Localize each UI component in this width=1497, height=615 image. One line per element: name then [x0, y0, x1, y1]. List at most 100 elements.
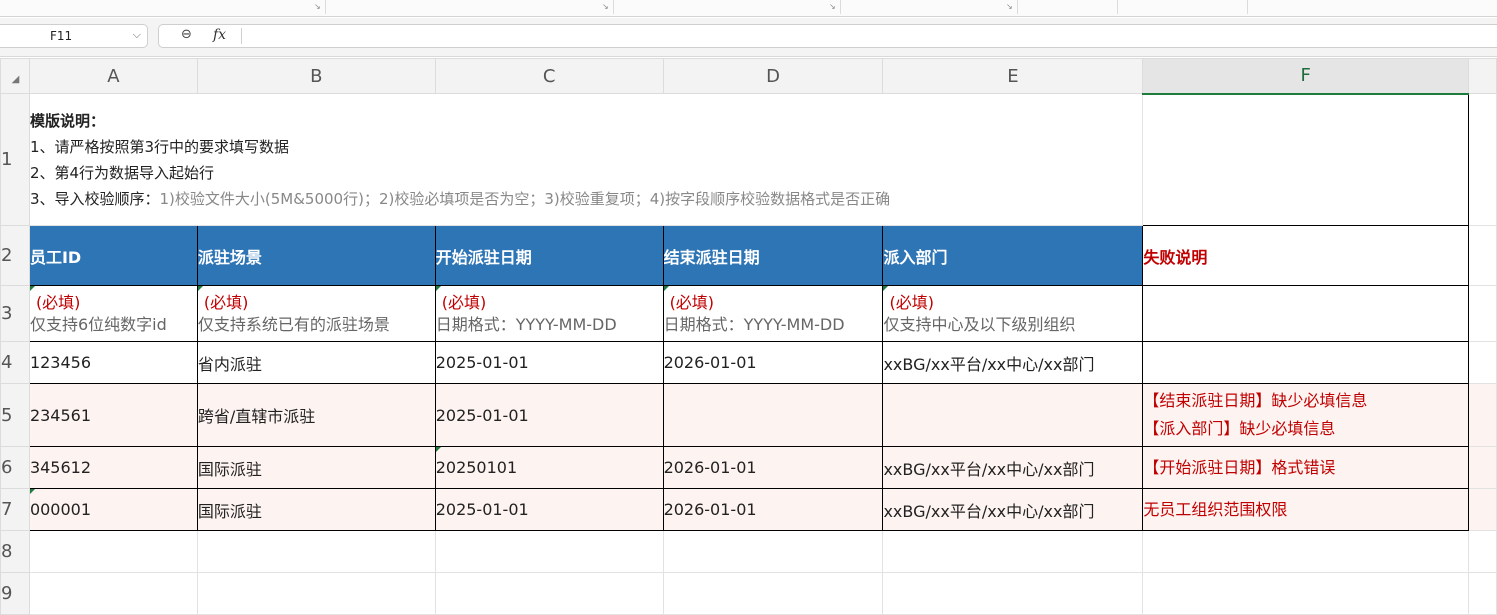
cell-d4[interactable]: 2026-01-01	[662, 341, 884, 384]
cell-c4[interactable]: 2025-01-01	[434, 341, 664, 384]
cell-e6[interactable]: xxBG/xx平台/xx中心/xx部门	[882, 446, 1144, 489]
dialog-launcher-icon[interactable]: ↘	[1006, 3, 1013, 11]
table-row: 7 000001 国际派驻 2025-01-01 2026-01-01 xxBG…	[0, 488, 1497, 531]
instructions-line-2: 2、第4行为数据导入起始行	[29, 163, 215, 182]
cell-f5[interactable]: 【结束派驻日期】缺少必填信息 【派入部门】缺少必填信息	[1142, 383, 1470, 447]
header-failure-reason[interactable]: 失败说明	[1142, 225, 1470, 286]
instructions-line-3-rest: 1)校验文件大小(5M&5000行)；2)校验必填项是否为空；3)校验重复项；4…	[159, 189, 891, 208]
row-header-5[interactable]: 5	[0, 383, 30, 447]
cell-b4[interactable]: 省内派驻	[196, 341, 436, 384]
requirement-e3[interactable]: (必填) 仅支持中心及以下级别组织	[882, 285, 1144, 342]
column-header-f[interactable]: F	[1142, 58, 1470, 95]
formula-input[interactable]: ⊖ fx	[158, 24, 1497, 48]
cell-a4[interactable]: 123456	[28, 341, 198, 384]
cell-b6[interactable]: 国际派驻	[196, 446, 436, 489]
cell-d5[interactable]	[662, 383, 884, 447]
row-header-2[interactable]: 2	[0, 225, 30, 286]
row-header-6[interactable]: 6	[0, 446, 30, 489]
cell-blank	[1468, 93, 1497, 226]
row-3: 3 (必填) 仅支持6位纯数字id (必填) 仅支持系统已有的派驻场景 (必填) 日期…	[0, 285, 1497, 342]
row-header-4[interactable]: 4	[0, 341, 30, 384]
requirement-b3[interactable]: (必填) 仅支持系统已有的派驻场景	[196, 285, 436, 342]
ribbon-separator	[1247, 0, 1248, 14]
requirement-d3[interactable]: (必填) 日期格式：YYYY-MM-DD	[662, 285, 884, 342]
cell-empty[interactable]	[882, 572, 1144, 615]
column-header-b[interactable]: B	[196, 58, 436, 94]
cell-e7[interactable]: xxBG/xx平台/xx中心/xx部门	[882, 488, 1144, 531]
cell-empty[interactable]	[196, 572, 436, 615]
cell-blank	[1468, 446, 1497, 489]
header-end-date[interactable]: 结束派驻日期	[662, 225, 884, 286]
fx-icon[interactable]: fx	[213, 27, 226, 43]
cell-f7[interactable]: 无员工组织范围权限	[1142, 488, 1470, 531]
column-header-c[interactable]: C	[434, 58, 664, 94]
cell-empty[interactable]	[1142, 572, 1470, 615]
header-scene[interactable]: 派驻场景	[196, 225, 436, 286]
cell-c5[interactable]: 2025-01-01	[434, 383, 664, 447]
chevron-down-icon[interactable]: ⌵	[133, 28, 141, 42]
row-header-8[interactable]: 8	[0, 530, 30, 573]
requirement-hint: 日期格式：YYYY-MM-DD	[663, 314, 845, 334]
ribbon-separator	[1117, 0, 1118, 14]
cell-empty[interactable]	[1142, 530, 1470, 573]
cell-a6[interactable]: 345612	[28, 446, 198, 489]
requirement-hint: 仅支持中心及以下级别组织	[883, 314, 1076, 334]
column-header-e[interactable]: E	[882, 58, 1144, 94]
ribbon-strip: ↘ ↘ ↘ ↘	[0, 0, 1497, 17]
name-box[interactable]: F11 ⌵	[0, 24, 148, 48]
cell-blank	[1468, 572, 1497, 615]
cell-b5[interactable]: 跨省/直辖市派驻	[196, 383, 436, 447]
instructions-cell[interactable]: 模版说明： 1、请严格按照第3行中的要求填写数据 2、第4行为数据导入起始行 3…	[28, 93, 1144, 226]
cell-f1[interactable]	[1142, 92, 1470, 226]
cell-a7[interactable]: 000001	[28, 488, 198, 531]
dialog-launcher-icon[interactable]: ↘	[829, 3, 836, 11]
header-start-date[interactable]: 开始派驻日期	[434, 225, 664, 286]
cell-e4[interactable]: xxBG/xx平台/xx中心/xx部门	[882, 341, 1144, 384]
row-header-9[interactable]: 9	[0, 572, 30, 615]
column-header-a[interactable]: A	[28, 58, 198, 94]
cell-blank	[1468, 383, 1497, 447]
requirement-c3[interactable]: (必填) 日期格式：YYYY-MM-DD	[434, 285, 664, 342]
cell-empty[interactable]	[28, 530, 198, 573]
instructions-line-3: 3、导入校验顺序：1)校验文件大小(5M&5000行)；2)校验必填项是否为空；…	[30, 186, 1141, 212]
row-header-7[interactable]: 7	[0, 488, 30, 531]
requirement-a3[interactable]: (必填) 仅支持6位纯数字id	[28, 285, 198, 342]
cell-empty[interactable]	[434, 572, 664, 615]
select-all-icon[interactable]: ◢	[12, 74, 20, 85]
formula-bar: F11 ⌵ ⊖ fx	[0, 18, 1497, 57]
cell-empty[interactable]	[196, 530, 436, 573]
cell-empty[interactable]	[662, 530, 884, 573]
cell-f4[interactable]	[1142, 341, 1470, 384]
requirement-hint: 仅支持6位纯数字id	[29, 314, 167, 334]
cell-f6[interactable]: 【开始派驻日期】格式错误	[1142, 446, 1470, 489]
column-header-d[interactable]: D	[662, 58, 884, 94]
cell-e5[interactable]	[882, 383, 1144, 447]
cell-empty[interactable]	[28, 572, 198, 615]
header-department[interactable]: 派入部门	[882, 225, 1144, 286]
row-header-1[interactable]: 1	[0, 93, 30, 226]
dialog-launcher-icon[interactable]: ↘	[314, 3, 321, 11]
error-message: 【派入部门】缺少必填信息	[1143, 419, 1336, 438]
requirement-hint: 日期格式：YYYY-MM-DD	[435, 314, 617, 334]
cell-b7[interactable]: 国际派驻	[196, 488, 436, 531]
instructions-line-1: 1、请严格按照第3行中的要求填写数据	[29, 137, 290, 156]
name-box-value: F11	[50, 29, 73, 43]
error-message: 【结束派驻日期】缺少必填信息	[1143, 391, 1368, 410]
dialog-launcher-icon[interactable]: ↘	[602, 3, 609, 11]
row-header-3[interactable]: 3	[0, 285, 30, 342]
cell-c6[interactable]: 20250101	[434, 446, 664, 489]
cell-blank	[1468, 488, 1497, 531]
ribbon-separator	[325, 0, 326, 14]
select-all-corner[interactable]: ◢	[0, 58, 30, 94]
header-employee-id[interactable]: 员工ID	[28, 225, 198, 286]
cell-d6[interactable]: 2026-01-01	[662, 446, 884, 489]
row-1: 1 模版说明： 1、请严格按照第3行中的要求填写数据 2、第4行为数据导入起始行…	[0, 92, 1497, 226]
cell-d7[interactable]: 2026-01-01	[662, 488, 884, 531]
cell-empty[interactable]	[662, 572, 884, 615]
cell-a5[interactable]: 234561	[28, 383, 198, 447]
cell-c7[interactable]: 2025-01-01	[434, 488, 664, 531]
cell-empty[interactable]	[434, 530, 664, 573]
cell-f3[interactable]	[1142, 285, 1470, 342]
zoom-icon[interactable]: ⊖	[181, 27, 192, 42]
cell-empty[interactable]	[882, 530, 1144, 573]
